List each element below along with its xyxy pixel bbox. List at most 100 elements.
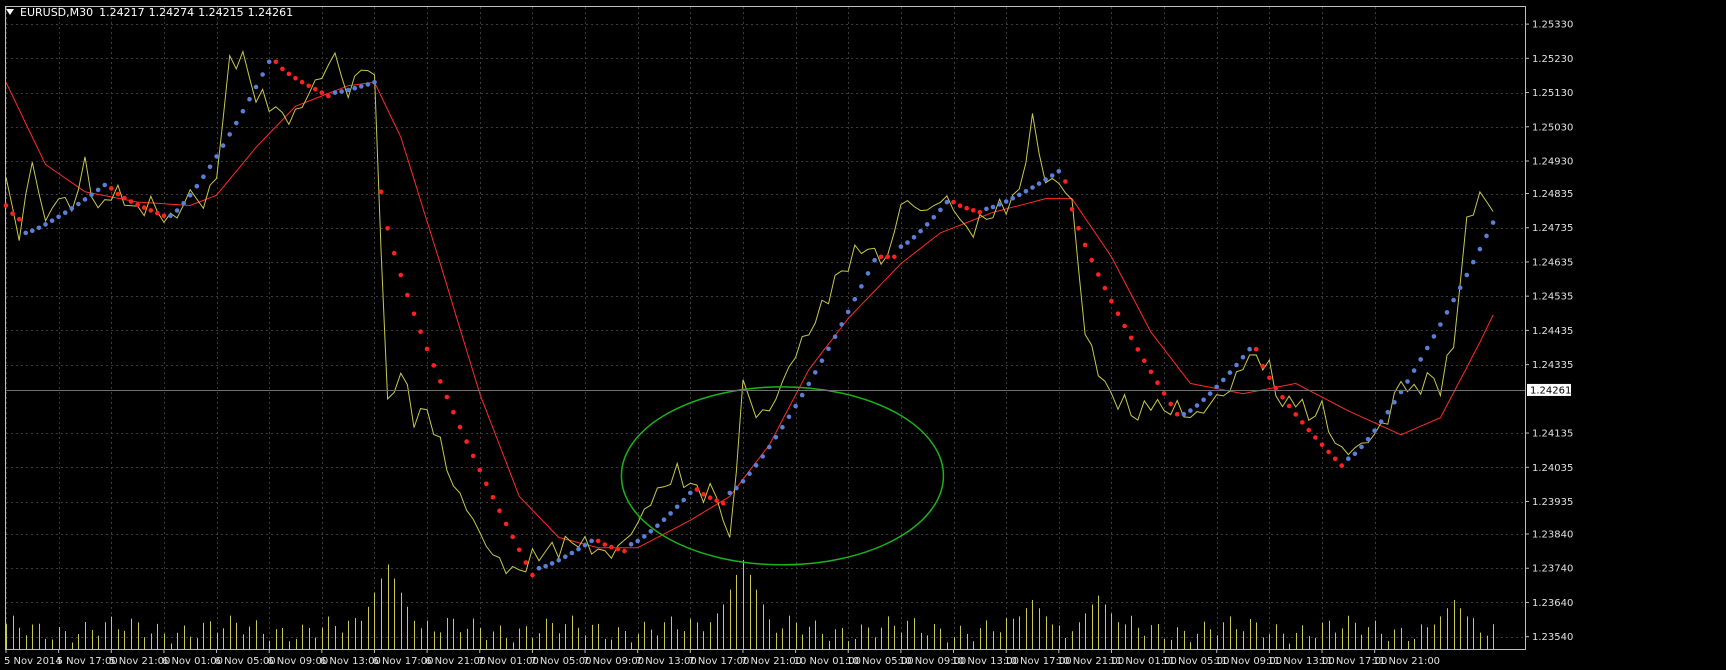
sar-dot-up: [1418, 357, 1423, 362]
sar-dot-down: [510, 534, 515, 540]
sar-dot-up: [1444, 310, 1450, 315]
chart-window[interactable]: 1.25330 1.25230 1.25130 1.25030 1.24930 1.248…: [0, 0, 1726, 670]
sar-dot-up: [852, 296, 858, 302]
price-tick-label: 1.24735: [1532, 223, 1573, 234]
sar-dot-up: [865, 271, 871, 276]
sar-dot-down: [602, 542, 608, 547]
sar-dot-up: [1411, 368, 1417, 373]
sar-dot-up: [1023, 189, 1029, 194]
sar-dot-up: [1457, 285, 1463, 291]
sar-dot-up: [1017, 192, 1022, 198]
sar-dot-down: [892, 254, 897, 260]
price-chart[interactable]: 1.25330 1.25230 1.25130 1.25030 1.24930 1.248…: [0, 0, 1726, 670]
sar-dot-up: [1385, 409, 1391, 415]
sar-dot-down: [438, 379, 443, 384]
sar-dot-up: [372, 80, 377, 85]
sar-dot-down: [326, 93, 331, 99]
sar-dot-up: [1405, 379, 1410, 384]
sar-dot-up: [918, 228, 923, 234]
sar-dot-down: [313, 87, 318, 92]
sar-dot-down: [490, 495, 496, 500]
price-tick-label: 1.24335: [1532, 360, 1573, 371]
sar-dot-down: [299, 79, 305, 85]
sar-dot-up: [1234, 362, 1239, 368]
sar-dot-up: [674, 504, 680, 510]
sar-dot-down: [1273, 385, 1279, 391]
sar-dot-up: [536, 565, 542, 571]
current-price-label: 1.24261: [1530, 385, 1571, 396]
sar-dot-up: [30, 228, 35, 233]
sar-dot-up: [589, 538, 594, 544]
price-axis[interactable]: 1.25330 1.25230 1.25130 1.25030 1.24930 1.248…: [1525, 7, 1573, 649]
sar-dot-up: [89, 192, 94, 197]
sar-dot-up: [668, 511, 673, 516]
sar-dot-down: [155, 210, 160, 216]
price-line: [5, 49, 1494, 575]
sar-dot-up: [734, 485, 739, 491]
dropdown-triangle-icon[interactable]: [6, 9, 14, 15]
sar-dot-down: [1319, 442, 1325, 448]
sar-dot-up: [1207, 391, 1213, 396]
sar-dot-down: [280, 66, 285, 72]
sar-dot-up: [62, 210, 68, 215]
sar-dot-down: [16, 216, 22, 222]
price-tick-label: 1.25230: [1532, 54, 1573, 65]
sar-dot-down: [391, 250, 397, 256]
sar-dot-up: [1010, 196, 1015, 201]
sar-dot-up: [727, 490, 733, 496]
sar-dot-down: [286, 71, 292, 77]
sar-dot-down: [523, 560, 529, 565]
sar-dot-up: [905, 240, 910, 245]
moving-average-layer: [5, 81, 1494, 549]
sar-dot-up: [359, 84, 364, 89]
sar-dot-up: [826, 346, 831, 352]
sar-dot-down: [1063, 179, 1068, 184]
sar-dot-up: [1049, 173, 1055, 178]
sar-dot-down: [1109, 298, 1114, 304]
sar-dot-up: [1392, 400, 1397, 405]
sar-dot-down: [1155, 380, 1160, 386]
sar-dot-down: [1168, 401, 1173, 407]
sar-dot-up: [819, 358, 825, 364]
price-tick-label: 1.23540: [1532, 632, 1573, 643]
sar-dot-up: [1036, 181, 1042, 186]
sar-dot-down: [148, 208, 154, 213]
sar-dot-up: [1030, 185, 1035, 190]
sar-dot-up: [352, 85, 358, 91]
sar-dot-up: [576, 546, 581, 552]
sar-dot-down: [1326, 449, 1331, 455]
sar-dot-up: [69, 206, 75, 211]
sar-dot-up: [227, 132, 232, 137]
annotation-layer: [620, 386, 945, 566]
sar-dot-up: [365, 82, 371, 87]
sar-dot-down: [141, 205, 147, 210]
sar-dot-up: [740, 479, 746, 484]
sar-dot-down: [431, 363, 437, 368]
chart-header: EURUSD,M30 1.24217 1.24274 1.24215 1.242…: [6, 5, 297, 19]
sar-dot-down: [971, 208, 976, 213]
sar-dot-down: [398, 272, 404, 278]
sar-dot-up: [1352, 451, 1358, 457]
sar-dot-down: [385, 226, 390, 231]
time-axis[interactable]: 5 Nov 20145 Nov 17:005 Nov 21:006 Nov 01…: [4, 649, 1440, 667]
sar-dot-up: [872, 257, 877, 263]
price-tick-label: 1.24035: [1532, 463, 1573, 474]
sar-dot-up: [655, 523, 660, 528]
sar-dot-down: [418, 329, 423, 335]
sar-dot-up: [1378, 419, 1384, 425]
sar-dot-up: [944, 199, 950, 205]
sar-dot-up: [1471, 259, 1476, 265]
sar-dot-up: [266, 59, 272, 65]
sar-dot-up: [582, 542, 588, 548]
sar-dot-down: [293, 75, 298, 81]
sar-dot-down: [411, 311, 417, 317]
sar-dot-up: [240, 108, 246, 114]
sar-dot-down: [1260, 363, 1266, 369]
sar-dot-up: [938, 207, 943, 213]
sar-dot-down: [694, 487, 700, 492]
sar-dot-down: [1161, 391, 1167, 396]
sar-dot-up: [924, 222, 930, 227]
annotation-ellipse: [620, 386, 945, 566]
sar-dot-down: [720, 500, 726, 506]
current-price-tag: 1.24261: [6, 383, 1571, 396]
